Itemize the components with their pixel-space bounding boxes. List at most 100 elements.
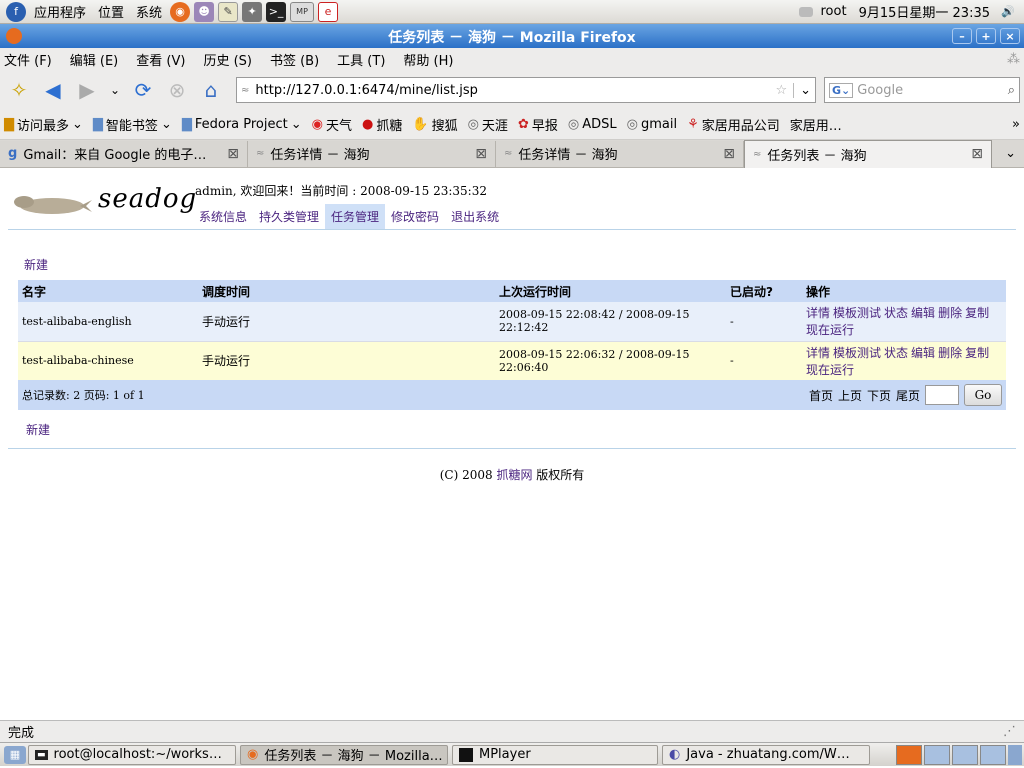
trash-icon[interactable]: [1008, 744, 1022, 765]
url-bar[interactable]: ≈ http://127.0.0.1:6474/mine/list.jsp ☆ …: [236, 77, 816, 103]
menu-edit[interactable]: 编辑 (E): [70, 50, 119, 69]
maximize-button[interactable]: +: [976, 28, 996, 44]
workspace-switcher[interactable]: [896, 744, 1022, 765]
tab-task-detail-1[interactable]: ≈ 任务详情 － 海狗 ⊠: [248, 140, 496, 167]
nav-change-password[interactable]: 修改密码: [385, 204, 445, 229]
task-mplayer[interactable]: MPlayer: [452, 744, 658, 765]
close-tab-icon[interactable]: ⊠: [723, 146, 735, 162]
go-button[interactable]: Go: [964, 384, 1002, 406]
bookmark-weather[interactable]: ◉ 天气: [312, 115, 352, 134]
reload-button[interactable]: ⟳: [128, 75, 158, 105]
search-icon[interactable]: ⌕: [1008, 83, 1015, 98]
menu-tools[interactable]: 工具 (T): [337, 50, 385, 69]
pager-first[interactable]: 首页: [809, 387, 833, 404]
menu-view[interactable]: 查看 (V): [136, 50, 185, 69]
action-status-link[interactable]: 状态: [884, 306, 908, 320]
tab-list-dropdown-icon[interactable]: ⌄: [1005, 146, 1016, 161]
menu-history[interactable]: 历史 (S): [203, 50, 252, 69]
volume-icon[interactable]: 🔊: [998, 2, 1018, 22]
bookmark-fedora-project[interactable]: ▇ Fedora Project ⌄: [182, 117, 302, 132]
back-button[interactable]: ◀: [38, 75, 68, 105]
search-box[interactable]: G⌄ Google ⌕: [824, 77, 1020, 103]
url-dropdown-icon[interactable]: ⌄: [793, 82, 811, 98]
pager-last[interactable]: 尾页: [896, 387, 920, 404]
search-input[interactable]: Google: [857, 83, 1003, 98]
bookmark-sohu[interactable]: ✋ 搜狐: [412, 115, 457, 134]
action-status-link[interactable]: 状态: [884, 346, 908, 360]
search-engine-icon[interactable]: G⌄: [829, 82, 854, 98]
bookmark-most-visited[interactable]: ▇ 访问最多 ⌄: [4, 115, 83, 134]
nav-persistent-class-management[interactable]: 持久类管理: [253, 204, 325, 229]
bookmark-tianya[interactable]: ◎ 天涯: [468, 115, 508, 134]
clock[interactable]: 9月15日星期一 23:35: [859, 2, 990, 21]
action-copy-link[interactable]: 复制: [965, 346, 989, 360]
minimize-button[interactable]: –: [952, 28, 972, 44]
action-edit-link[interactable]: 编辑: [911, 306, 935, 320]
bookmark-page-star-icon[interactable]: ☆: [775, 83, 787, 98]
user-name[interactable]: root: [821, 4, 847, 19]
action-delete-link[interactable]: 删除: [938, 306, 962, 320]
task-firefox[interactable]: ◉ 任务列表 － 海狗 － Mozilla…: [240, 744, 448, 765]
tab-task-detail-2[interactable]: ≈ 任务详情 － 海狗 ⊠: [496, 140, 744, 167]
menu-system[interactable]: 系统: [136, 2, 162, 21]
resize-grip-icon[interactable]: ⋰: [1003, 724, 1016, 739]
gimp-launcher-icon[interactable]: ✦: [242, 1, 263, 22]
page-number-input[interactable]: [925, 385, 959, 405]
workspace-3[interactable]: [952, 744, 978, 765]
new-task-link-bottom[interactable]: 新建: [26, 421, 50, 438]
action-template-test-link[interactable]: 模板测试: [833, 346, 881, 360]
action-edit-link[interactable]: 编辑: [911, 346, 935, 360]
eclipse-launcher-icon[interactable]: e: [318, 1, 339, 22]
history-dropdown-icon[interactable]: ⌄: [106, 75, 124, 105]
pager-prev[interactable]: 上页: [838, 387, 862, 404]
text-editor-launcher-icon[interactable]: ✎: [218, 1, 239, 22]
bookmark-home-goods[interactable]: ⚘ 家居用品公司: [687, 115, 780, 134]
action-delete-link[interactable]: 删除: [938, 346, 962, 360]
tab-task-list[interactable]: ≈ 任务列表 － 海狗 ⊠: [744, 139, 992, 168]
action-run-now-link[interactable]: 现在运行: [806, 323, 854, 337]
close-tab-icon[interactable]: ⊠: [475, 146, 487, 162]
menu-file[interactable]: 文件 (F): [4, 50, 52, 69]
fedora-icon[interactable]: f: [6, 1, 26, 22]
workspace-1[interactable]: [896, 744, 922, 765]
stop-button[interactable]: ⊗: [162, 75, 192, 105]
bookmark-gmail[interactable]: ◎ gmail: [627, 117, 677, 132]
mail-status-icon[interactable]: [798, 6, 813, 17]
close-window-button[interactable]: ×: [1000, 28, 1020, 44]
show-desktop-icon[interactable]: ▦: [4, 745, 26, 764]
workspace-4[interactable]: [980, 744, 1006, 765]
task-terminal[interactable]: ▬ root@localhost:~/works…: [28, 744, 236, 765]
terminal-launcher-icon[interactable]: >_: [266, 1, 287, 22]
footer-zhuatang-link[interactable]: 抓糖网: [496, 468, 532, 482]
bookmarks-overflow-icon[interactable]: »: [1012, 117, 1020, 132]
nav-system-info[interactable]: 系统信息: [193, 204, 253, 229]
task-eclipse[interactable]: ◐ Java - zhuatang.com/W…: [662, 744, 870, 765]
menu-help[interactable]: 帮助 (H): [403, 50, 453, 69]
bookmark-adsl[interactable]: ◎ ADSL: [568, 117, 617, 132]
new-task-link-top[interactable]: 新建: [24, 256, 48, 273]
firefox-launcher-icon[interactable]: ◉: [170, 1, 191, 22]
forward-button[interactable]: ▶: [72, 75, 102, 105]
menu-places[interactable]: 位置: [98, 2, 124, 21]
action-run-now-link[interactable]: 现在运行: [806, 363, 854, 377]
nav-task-management[interactable]: 任务管理: [325, 204, 386, 229]
menu-bookmarks[interactable]: 书签 (B): [270, 50, 319, 69]
action-template-test-link[interactable]: 模板测试: [833, 306, 881, 320]
action-detail-link[interactable]: 详情: [806, 306, 830, 320]
action-detail-link[interactable]: 详情: [806, 346, 830, 360]
tab-gmail[interactable]: g Gmail：来自 Google 的电子… ⊠: [0, 140, 248, 167]
menu-applications[interactable]: 应用程序: [34, 2, 86, 21]
url-text[interactable]: http://127.0.0.1:6474/mine/list.jsp: [255, 83, 769, 98]
bookmark-home-goods-2[interactable]: 家居用…: [790, 115, 842, 134]
pager-next[interactable]: 下页: [867, 387, 891, 404]
close-tab-icon[interactable]: ⊠: [227, 146, 239, 162]
mplayer-launcher-icon[interactable]: MP: [290, 1, 315, 22]
nav-logout[interactable]: 退出系统: [445, 204, 505, 229]
workspace-2[interactable]: [924, 744, 950, 765]
home-button[interactable]: ⌂: [196, 75, 226, 105]
close-tab-icon[interactable]: ⊠: [971, 146, 983, 162]
window-titlebar[interactable]: 任务列表 － 海狗 － Mozilla Firefox – + ×: [0, 24, 1024, 48]
pidgin-launcher-icon[interactable]: ☻: [194, 1, 215, 22]
bookmark-star-icon[interactable]: ✧: [4, 75, 34, 105]
bookmark-zhuatang[interactable]: ● 抓糖: [362, 115, 402, 134]
